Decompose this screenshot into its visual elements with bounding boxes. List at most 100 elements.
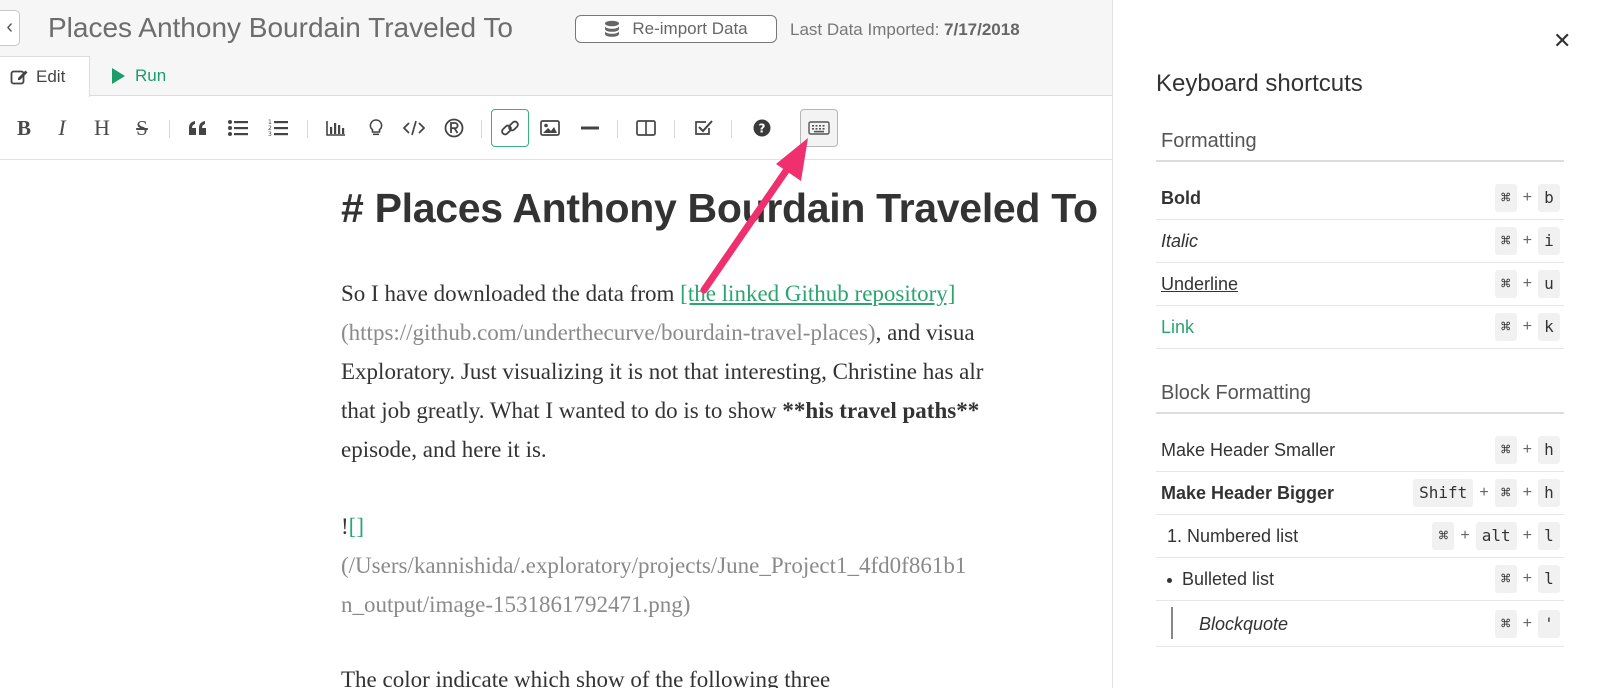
quote-button[interactable]	[180, 111, 216, 145]
code-icon	[403, 120, 425, 136]
toolbar-divider	[674, 120, 675, 138]
letter-key: h	[1538, 436, 1560, 464]
blockquote-bar	[1171, 607, 1173, 639]
help-button[interactable]: ?	[744, 111, 780, 145]
paragraph-line: (https://github.com/underthecurve/bourda…	[341, 313, 975, 352]
checklist-button[interactable]	[686, 111, 722, 145]
letter-key: b	[1538, 184, 1560, 212]
text-run: !	[341, 514, 349, 539]
insight-button[interactable]	[358, 111, 394, 145]
last-import-status: Last Data Imported: 7/17/2018	[790, 20, 1020, 40]
key-combo: ⌘ + u	[1494, 270, 1560, 298]
database-icon	[605, 20, 620, 37]
shortcut-label: Make Header Smaller	[1161, 440, 1336, 460]
plus-sign: +	[1522, 189, 1532, 206]
shortcut-label: Underline	[1161, 274, 1239, 294]
keyboard-icon	[808, 121, 830, 135]
key-combo: ⌘ + h	[1494, 436, 1560, 464]
chevron-left-icon: ‹	[6, 16, 13, 38]
command-key: ⌘	[1494, 227, 1517, 255]
shortcut-row-bulleted-list: Bulleted list ⌘ + l	[1156, 558, 1564, 601]
command-key: ⌘	[1494, 565, 1517, 593]
bold-text: **his travel paths**	[782, 398, 980, 423]
letter-key: u	[1538, 270, 1560, 298]
link-button[interactable]	[491, 109, 529, 147]
heading-icon: H	[94, 115, 110, 140]
command-key: ⌘	[1494, 436, 1517, 464]
r-code-button[interactable]	[436, 111, 472, 145]
paragraph-line: episode, and here it is.	[341, 437, 547, 462]
command-key: ⌘	[1494, 610, 1517, 638]
toolbar-divider	[731, 120, 732, 138]
paragraph-line: Exploratory. Just visualizing it is not …	[341, 359, 984, 384]
image-alt-brackets: []	[348, 514, 364, 539]
letter-key: i	[1538, 227, 1560, 255]
shortcut-row-numbered-list: 1. Numbered list ⌘ + alt + l	[1156, 515, 1564, 558]
plus-sign: +	[1522, 570, 1532, 587]
key-combo: Shift + ⌘ + h	[1413, 479, 1560, 507]
command-key: ⌘	[1494, 270, 1517, 298]
keyboard-shortcuts-button[interactable]	[800, 109, 838, 147]
bullet-list-icon	[228, 120, 248, 136]
image-path-line: n_output/image-1531861792471.png)	[341, 592, 691, 617]
toolbar-divider	[481, 120, 482, 138]
close-icon: ✕	[1553, 28, 1572, 53]
toolbar-divider	[169, 120, 170, 138]
plus-sign: +	[1522, 275, 1532, 292]
formatting-section-header: Formatting	[1156, 126, 1564, 162]
command-key: ⌘	[1494, 184, 1517, 212]
plus-sign: +	[1522, 615, 1532, 632]
formatting-toolbar: B I H S 123 ?	[0, 97, 1112, 160]
tab-edit[interactable]: Edit	[0, 56, 90, 97]
panel-title: Keyboard shortcuts	[1156, 70, 1363, 97]
page-title[interactable]: Places Anthony Bourdain Traveled To	[48, 12, 513, 44]
shortcut-label: 1. Numbered list	[1167, 526, 1298, 547]
reimport-data-button[interactable]: Re-import Data	[575, 15, 777, 43]
shortcut-label: Make Header Bigger	[1161, 483, 1335, 503]
key-combo: ⌘ + k	[1494, 313, 1560, 341]
bullet-list-button[interactable]	[220, 111, 256, 145]
code-button[interactable]	[396, 111, 432, 145]
shortcut-label: Bulleted list	[1167, 569, 1274, 590]
horizontal-rule-button[interactable]	[572, 111, 608, 145]
shortcut-label: Link	[1161, 317, 1195, 337]
chart-button[interactable]	[318, 111, 354, 145]
markdown-editor[interactable]: # Places Anthony Bourdain Traveled To So…	[0, 161, 1112, 688]
paragraph-line: So I have downloaded the data from [the …	[341, 274, 955, 313]
italic-button[interactable]: I	[44, 111, 80, 145]
question-circle-icon: ?	[753, 119, 771, 137]
numbered-list-button[interactable]: 123	[260, 111, 296, 145]
pencil-square-icon	[10, 70, 28, 85]
shortcut-row-italic: Italic ⌘ + i	[1156, 220, 1564, 263]
columns-icon	[636, 120, 656, 136]
command-key: ⌘	[1494, 479, 1517, 507]
tab-run-label: Run	[135, 66, 167, 85]
list-number: 1.	[1167, 526, 1183, 546]
letter-key: l	[1538, 522, 1560, 550]
plus-sign: +	[1522, 484, 1532, 501]
keyboard-shortcuts-panel: ✕ Keyboard shortcuts Formatting Bold ⌘ + b…	[1112, 0, 1600, 688]
image-markdown-line: ![]	[341, 507, 364, 546]
back-button[interactable]: ‹	[0, 10, 20, 46]
shortcut-label: Bold	[1161, 188, 1201, 208]
bold-button[interactable]: B	[6, 111, 42, 145]
strikethrough-button[interactable]: S	[124, 111, 160, 145]
split-view-button[interactable]	[628, 111, 664, 145]
letter-key: '	[1538, 610, 1560, 638]
numbered-list-icon: 123	[268, 119, 288, 137]
shortcut-row-bold: Bold ⌘ + b	[1156, 177, 1564, 220]
last-import-label: Last Data Imported:	[790, 20, 940, 39]
quote-icon	[189, 121, 206, 135]
alt-key: alt	[1475, 522, 1517, 550]
horizontal-rule-icon	[581, 126, 599, 130]
tab-run[interactable]: Run	[112, 62, 166, 90]
heading-button[interactable]: H	[84, 111, 120, 145]
command-key: ⌘	[1432, 522, 1455, 550]
letter-key: k	[1538, 313, 1560, 341]
plus-sign: +	[1522, 318, 1532, 335]
reimport-label: Re-import Data	[632, 19, 748, 38]
image-button[interactable]	[532, 111, 568, 145]
bullet-icon	[1167, 577, 1172, 583]
link-url: (https://github.com/underthecurve/bourda…	[341, 320, 876, 345]
close-button[interactable]: ✕	[1553, 28, 1571, 54]
